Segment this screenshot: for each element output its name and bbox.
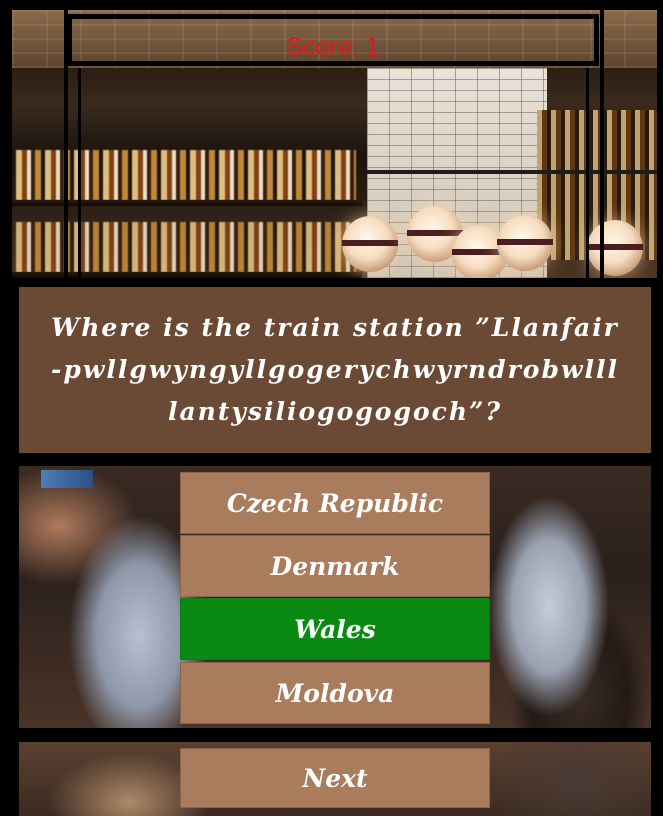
- score-box: Score: 1: [67, 14, 599, 66]
- lamp-rail: [367, 170, 657, 174]
- frame-line: [586, 68, 589, 278]
- next-button[interactable]: Next: [180, 748, 490, 808]
- answer-button-czech-republic[interactable]: Czech Republic: [180, 472, 490, 534]
- pendant-lamp: [497, 215, 553, 271]
- score-label: Score: 1: [286, 33, 380, 61]
- answer-button-wales[interactable]: Wales: [180, 598, 490, 660]
- pendant-lamp: [342, 216, 398, 272]
- answer-button-denmark[interactable]: Denmark: [180, 535, 490, 597]
- question-panel: Where is the train station ”Llanfair-pwl…: [19, 287, 651, 453]
- frame-line: [600, 10, 604, 278]
- question-text: Where is the train station ”Llanfair-pwl…: [51, 313, 619, 426]
- tv-screen: [41, 470, 93, 488]
- answer-button-moldova[interactable]: Moldova: [180, 662, 490, 724]
- frame-line: [78, 68, 81, 278]
- pendant-lamp: [587, 220, 643, 276]
